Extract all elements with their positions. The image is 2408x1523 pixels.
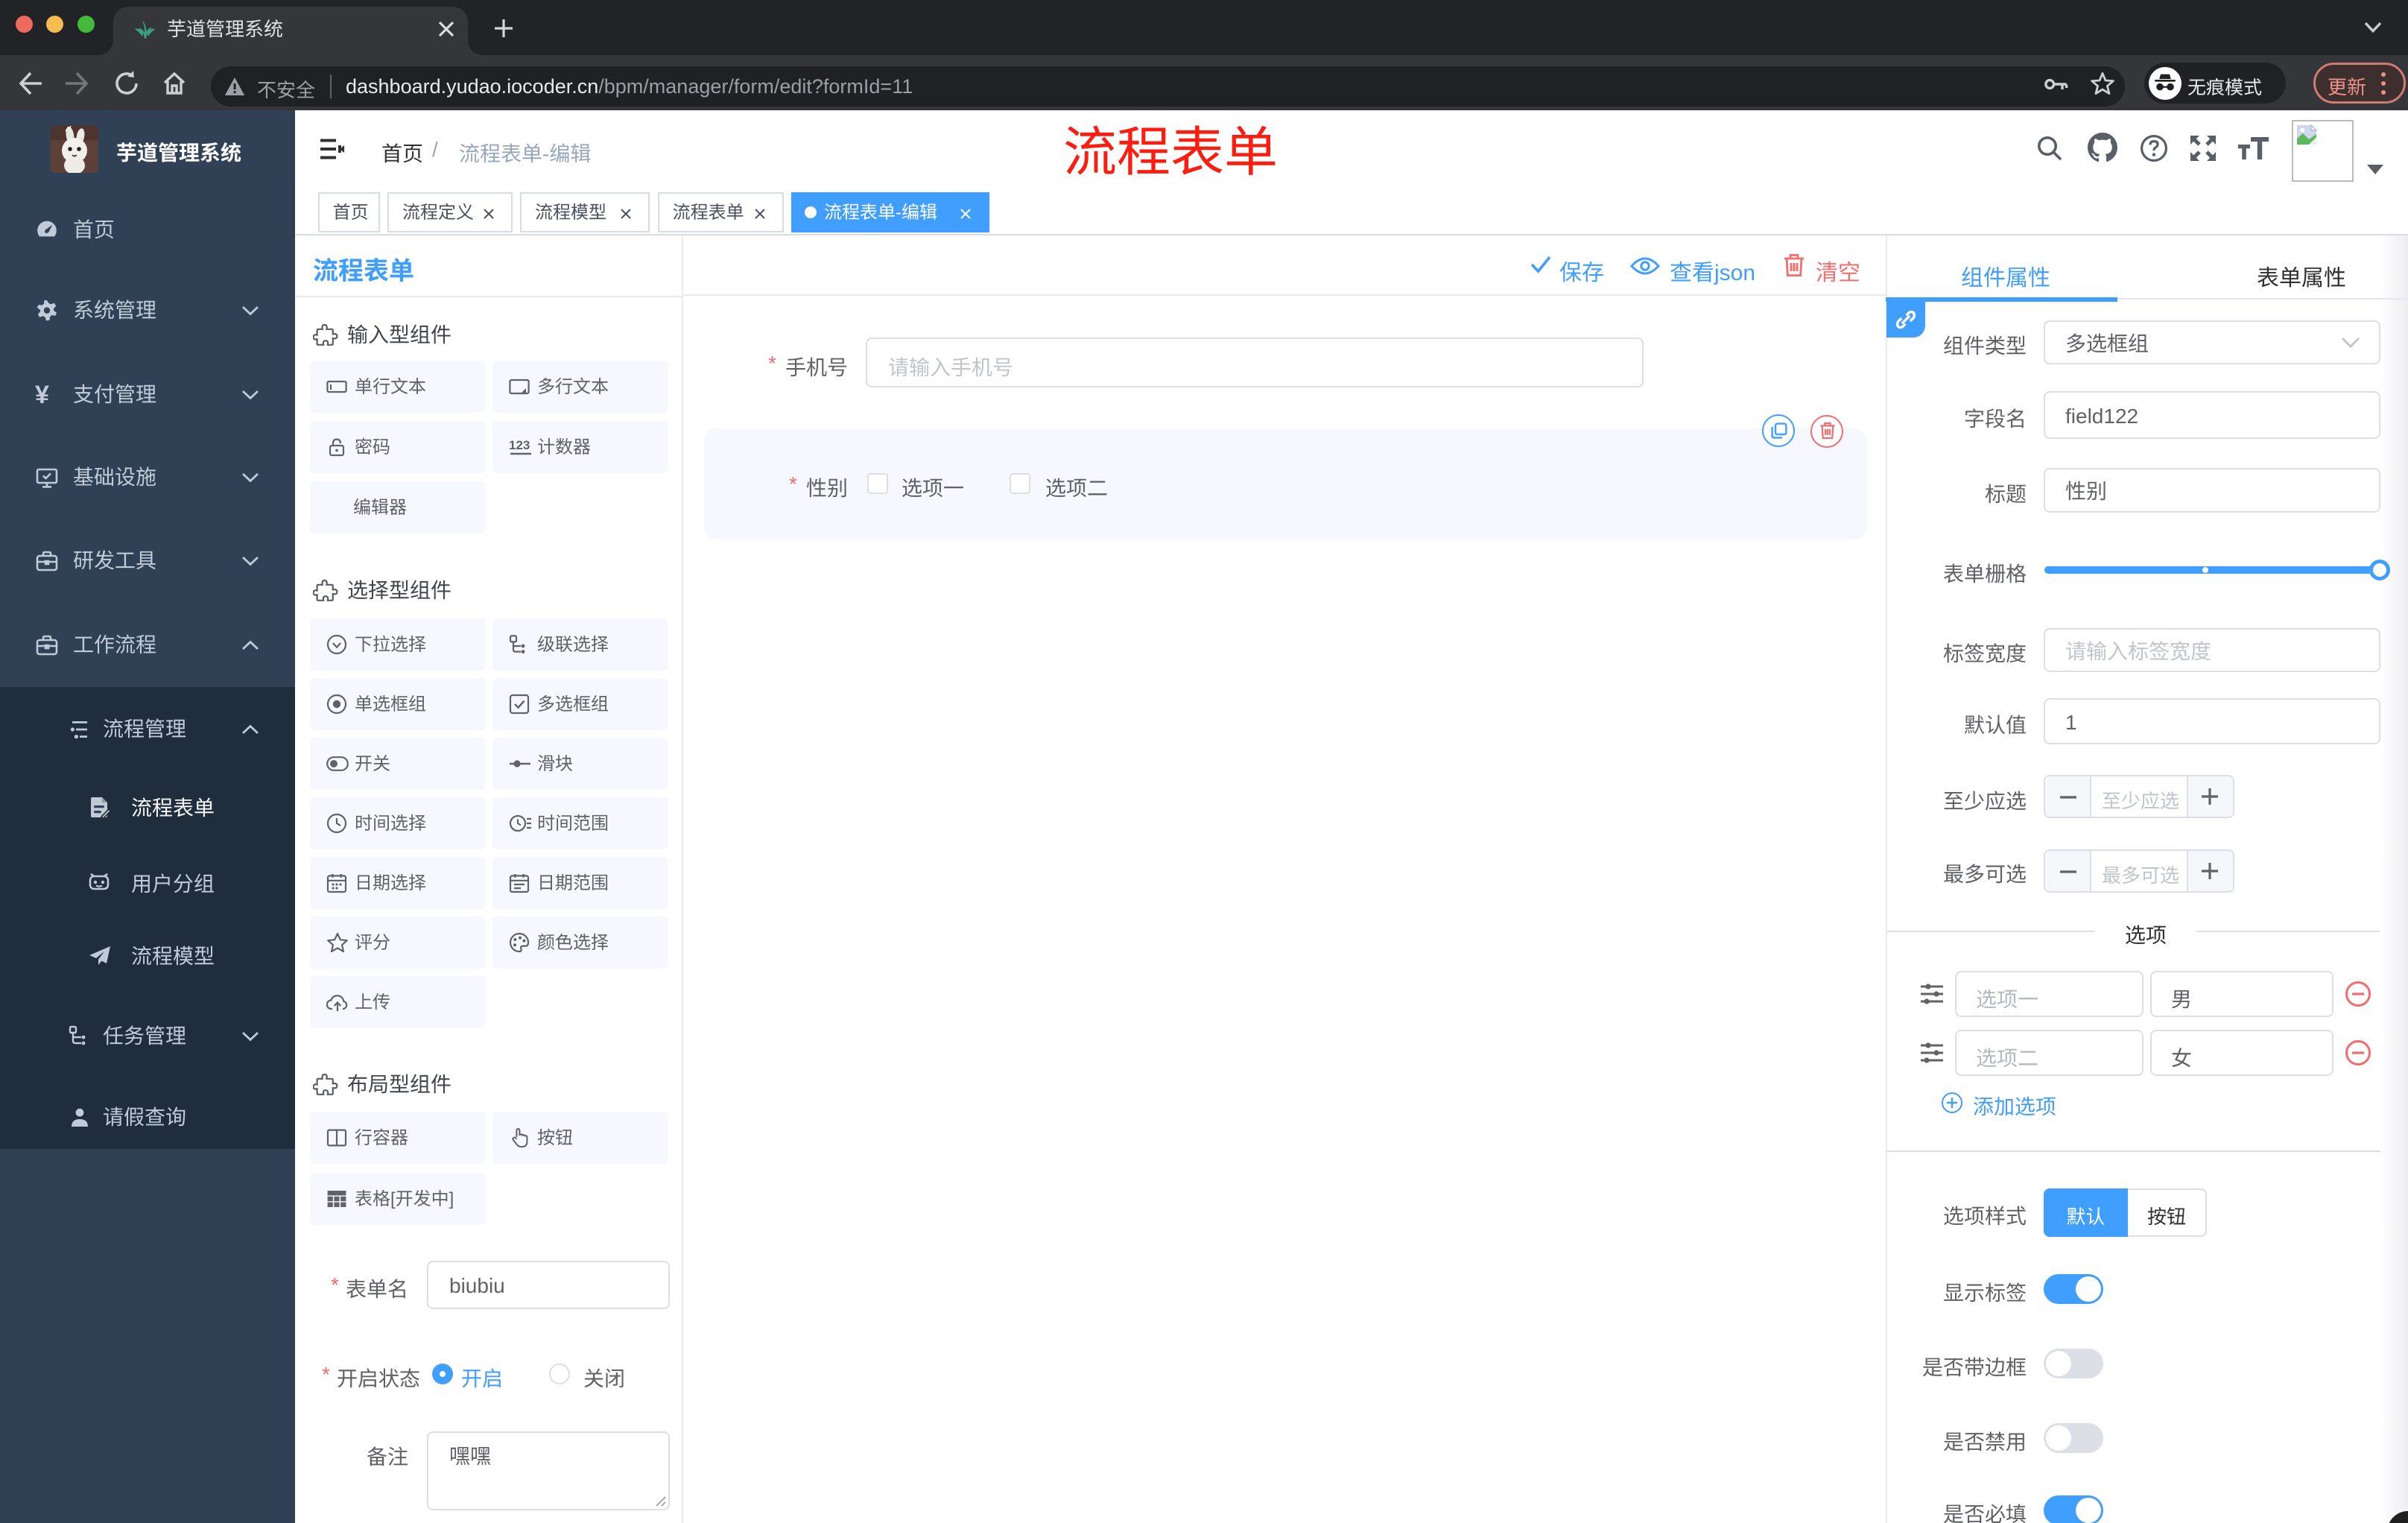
svg-text:123: 123 bbox=[509, 438, 530, 452]
